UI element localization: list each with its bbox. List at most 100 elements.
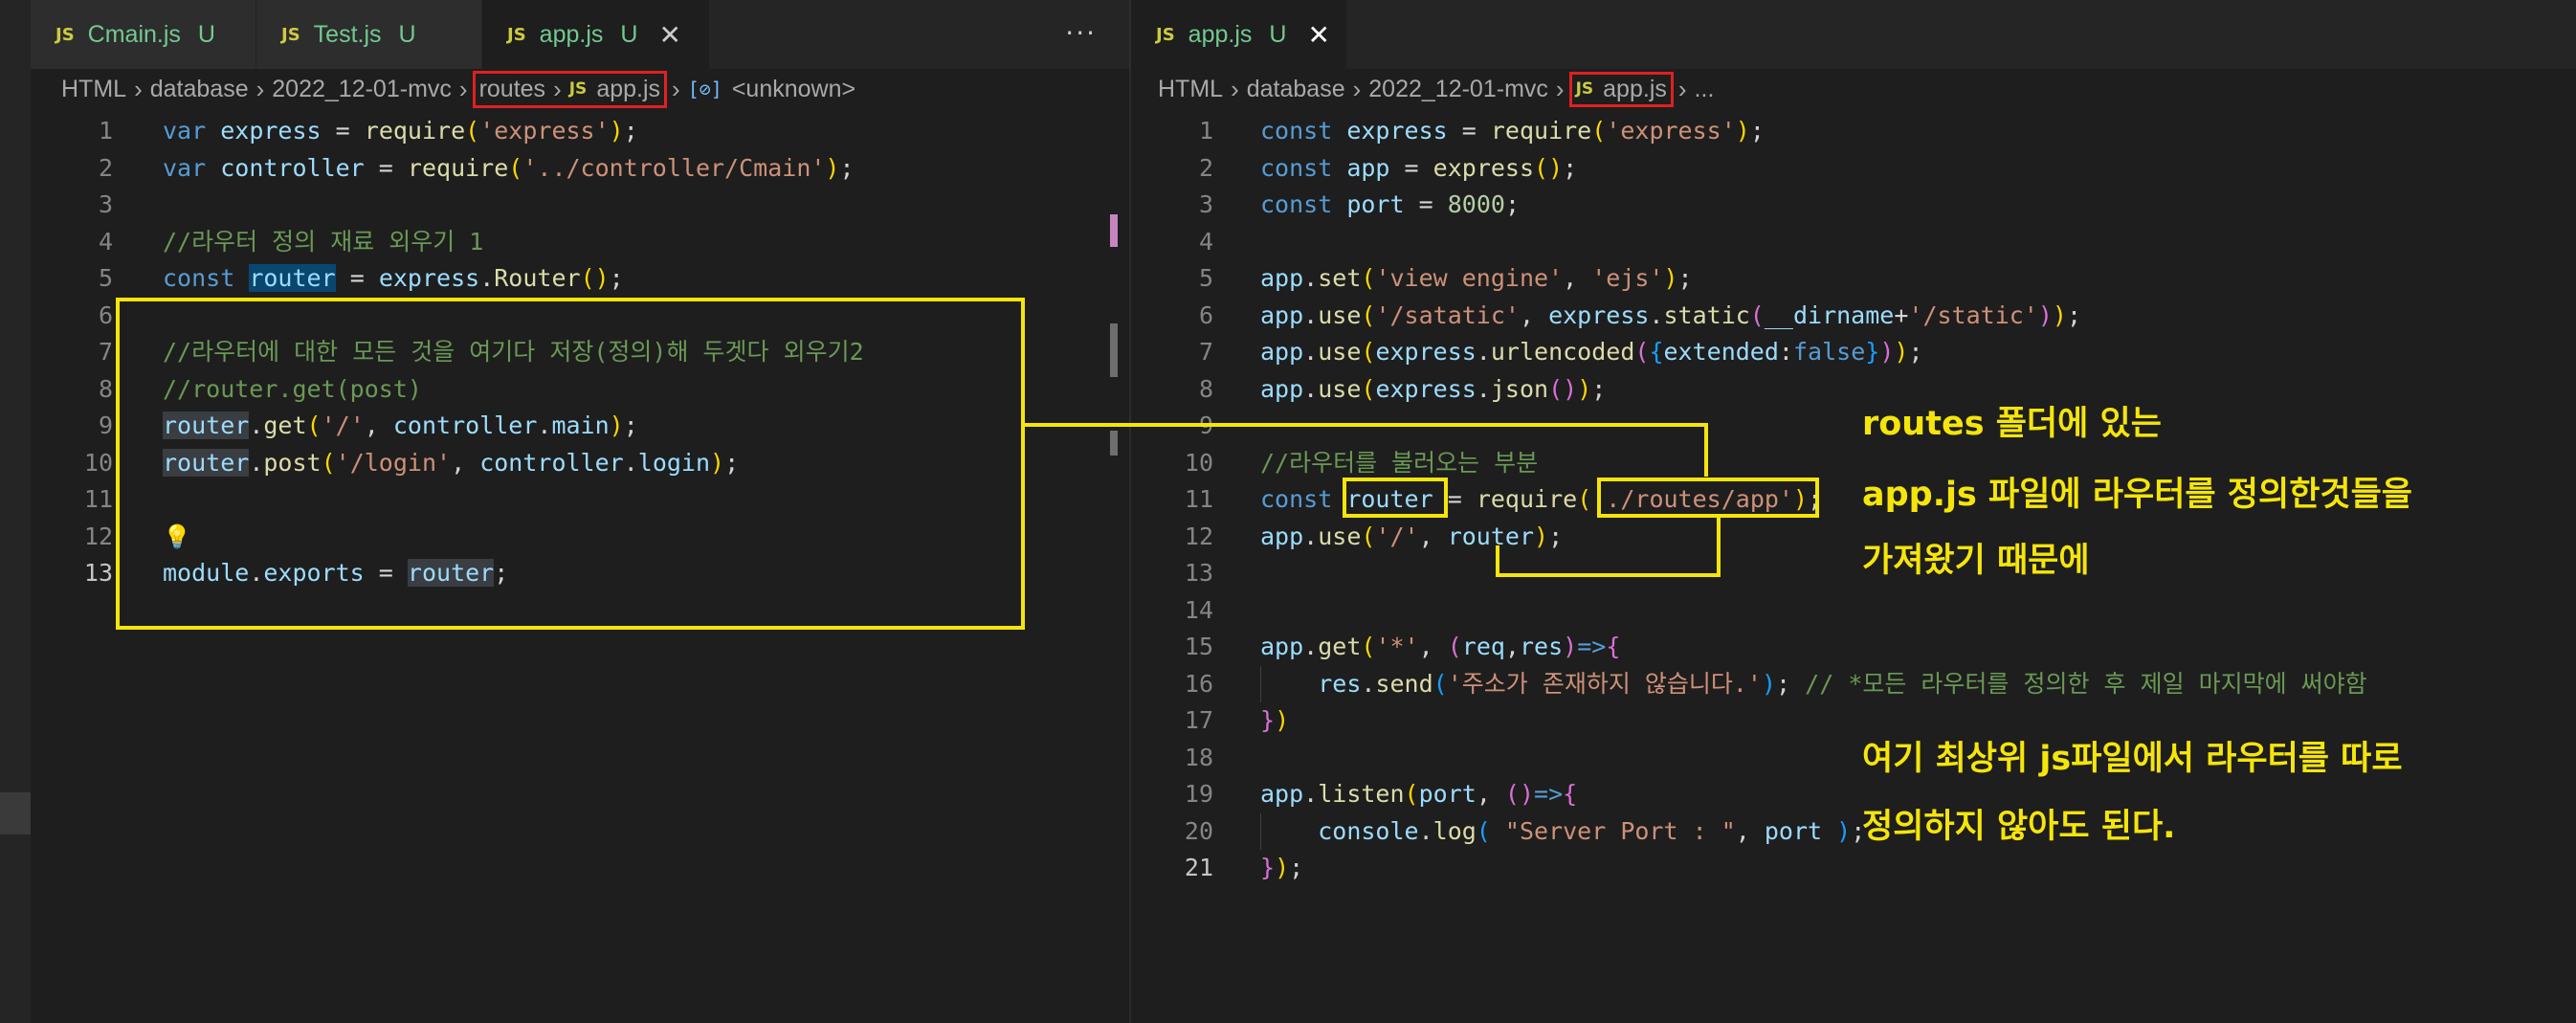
line-number: 5 xyxy=(98,264,113,292)
untracked-badge: U xyxy=(197,20,215,48)
tab-cmain-js[interactable]: JS Cmain.js U xyxy=(31,0,256,69)
chevron-right-icon: › xyxy=(1231,74,1239,103)
annotation-box-require-path xyxy=(1597,478,1819,518)
breadcrumb-highlight: routes › JS app.js xyxy=(472,70,668,108)
js-file-icon: JS xyxy=(281,24,300,45)
line-number: 1 xyxy=(1198,117,1213,145)
line-number: 6 xyxy=(98,300,113,329)
tab-test-js[interactable]: JS Test.js U xyxy=(256,0,482,69)
tab-app-js[interactable]: JS app.js U ✕ xyxy=(482,0,710,69)
code-text: }) xyxy=(1260,706,1290,734)
breadcrumb-item[interactable]: 2022_12-01-mvc xyxy=(1368,76,1548,103)
chevron-right-icon: › xyxy=(672,74,680,103)
breadcrumb-item: <unknown> xyxy=(731,75,856,102)
js-file-icon: JS xyxy=(56,24,75,45)
line-number: 11 xyxy=(1184,485,1213,513)
code-text: app.set('view engine', 'ejs'); xyxy=(1260,264,1693,292)
line-number: 3 xyxy=(1198,190,1213,218)
line-number: 19 xyxy=(1184,780,1213,808)
js-file-icon: JS xyxy=(507,24,526,45)
code-text: app.use(express.urlencoded({extended:fal… xyxy=(1260,338,1923,366)
line-number: 6 xyxy=(1198,300,1213,329)
code-text: app.use(express.json()); xyxy=(1260,374,1607,403)
untracked-badge: U xyxy=(1269,20,1287,48)
line-number: 11 xyxy=(83,485,113,513)
line-number: 17 xyxy=(1184,706,1213,734)
code-line[interactable]: 21}); xyxy=(1131,850,2576,887)
chevron-right-icon: › xyxy=(1555,74,1565,103)
annotation-box-router-definitions xyxy=(116,298,1025,630)
code-line[interactable]: 8 app.use(express.json()); xyxy=(1131,371,2576,409)
breadcrumb-item[interactable]: HTML xyxy=(61,76,126,103)
annotation-box-router xyxy=(1343,478,1448,518)
code-text: const port = 8000; xyxy=(1260,190,1521,218)
line-number: 4 xyxy=(1198,227,1213,256)
code-text: //라우터를 불러오는 부분 xyxy=(1260,448,1539,477)
breadcrumb: HTML › database › 2022_12-01-mvc › route… xyxy=(31,69,1129,109)
breadcrumb-item[interactable]: database xyxy=(1247,76,1345,103)
code-line[interactable]: 13 xyxy=(1131,555,2576,592)
breadcrumb-item[interactable]: 2022_12-01-mvc xyxy=(272,76,452,103)
line-number: 21 xyxy=(1184,854,1213,881)
untracked-badge: U xyxy=(398,20,416,48)
chevron-right-icon: › xyxy=(553,74,562,103)
code-line[interactable]: 1 const express = require('express'); xyxy=(1131,113,2576,150)
code-line[interactable]: 16 res.send('주소가 존재하지 않습니다.'); // *모든 라우… xyxy=(1131,665,2576,703)
js-file-icon: JS xyxy=(568,79,588,99)
chevron-right-icon: › xyxy=(458,74,468,103)
line-number: 9 xyxy=(98,411,113,439)
more-actions-icon[interactable]: ··· xyxy=(1065,17,1097,49)
breadcrumb-item[interactable]: app.js xyxy=(596,76,660,103)
annotation-connector xyxy=(1025,423,1708,427)
chevron-right-icon: › xyxy=(1352,74,1362,103)
breadcrumb-symbol[interactable]: [⊘] <unknown> xyxy=(688,76,855,103)
breadcrumb-item[interactable]: routes xyxy=(479,76,545,103)
tab-label: Test.js xyxy=(313,20,382,48)
code-line[interactable]: 3 xyxy=(31,187,1129,224)
line-number: 12 xyxy=(1184,522,1213,550)
js-file-icon: JS xyxy=(1156,24,1175,45)
close-icon[interactable]: ✕ xyxy=(658,19,680,51)
annotation-connector xyxy=(1496,545,1499,577)
code-line[interactable]: 12 app.use('/', router); xyxy=(1131,519,2576,556)
line-number: 5 xyxy=(1198,264,1213,292)
indent-guide xyxy=(1260,812,1261,850)
code-text: const router = express.Router(); xyxy=(163,264,624,292)
code-text: app.use('/', router); xyxy=(1260,522,1564,550)
code-line[interactable]: 6 app.use('/satatic', express.static(__di… xyxy=(1131,298,2576,335)
tab-label: app.js xyxy=(539,20,604,48)
code-text: const express = require('express'); xyxy=(1260,117,1765,145)
code-line[interactable]: 4 xyxy=(1131,224,2576,261)
code-line[interactable]: 15 app.get('*', (req,res)=>{ xyxy=(1131,629,2576,666)
js-file-icon: JS xyxy=(1575,79,1594,99)
code-line[interactable]: 20 console.log( "Server Port : ", port )… xyxy=(1131,812,2576,851)
code-text: var express = require('express'); xyxy=(163,117,638,145)
code-line[interactable]: 5 const router = express.Router(); xyxy=(31,260,1129,298)
code-line[interactable]: 2 const app = express(); xyxy=(1131,150,2576,188)
line-number: 2 xyxy=(98,153,113,182)
line-number: 4 xyxy=(98,227,113,256)
code-line[interactable]: 5 app.set('view engine', 'ejs'); xyxy=(1131,260,2576,298)
breadcrumb-item[interactable]: HTML xyxy=(1158,76,1223,103)
chevron-right-icon: › xyxy=(255,74,265,103)
breadcrumb-highlight: JS app.js xyxy=(1568,71,1674,107)
code-line[interactable]: 4 //라우터 정의 재료 외우기 1 xyxy=(31,224,1129,261)
tab-app-js[interactable]: JS app.js U ✕ xyxy=(1131,0,1347,69)
code-line[interactable]: 3 const port = 8000; xyxy=(1131,187,2576,224)
code-text: var controller = require('../controller/… xyxy=(163,153,855,182)
code-line[interactable]: 1 var express = require('express'); xyxy=(31,113,1129,150)
line-number: 8 xyxy=(98,374,113,403)
breadcrumb-item[interactable]: database xyxy=(150,76,249,103)
scrollbar-marker xyxy=(1110,323,1118,377)
code-line[interactable]: 14 xyxy=(1131,592,2576,630)
line-number: 7 xyxy=(1198,338,1213,366)
line-number: 16 xyxy=(1184,669,1213,698)
code-line[interactable]: 2 var controller = require('../controller… xyxy=(31,150,1129,188)
code-line[interactable]: 7 app.use(express.urlencoded({extended:fa… xyxy=(1131,334,2576,371)
breadcrumb-item[interactable]: app.js xyxy=(1603,76,1667,103)
breadcrumb-item[interactable]: ... xyxy=(1695,76,1715,103)
code-line[interactable]: 19 app.listen(port, ()=>{ xyxy=(1131,776,2576,813)
line-number: 14 xyxy=(1184,595,1213,624)
annotation-connector xyxy=(1496,573,1721,577)
close-icon[interactable]: ✕ xyxy=(1307,19,1329,51)
